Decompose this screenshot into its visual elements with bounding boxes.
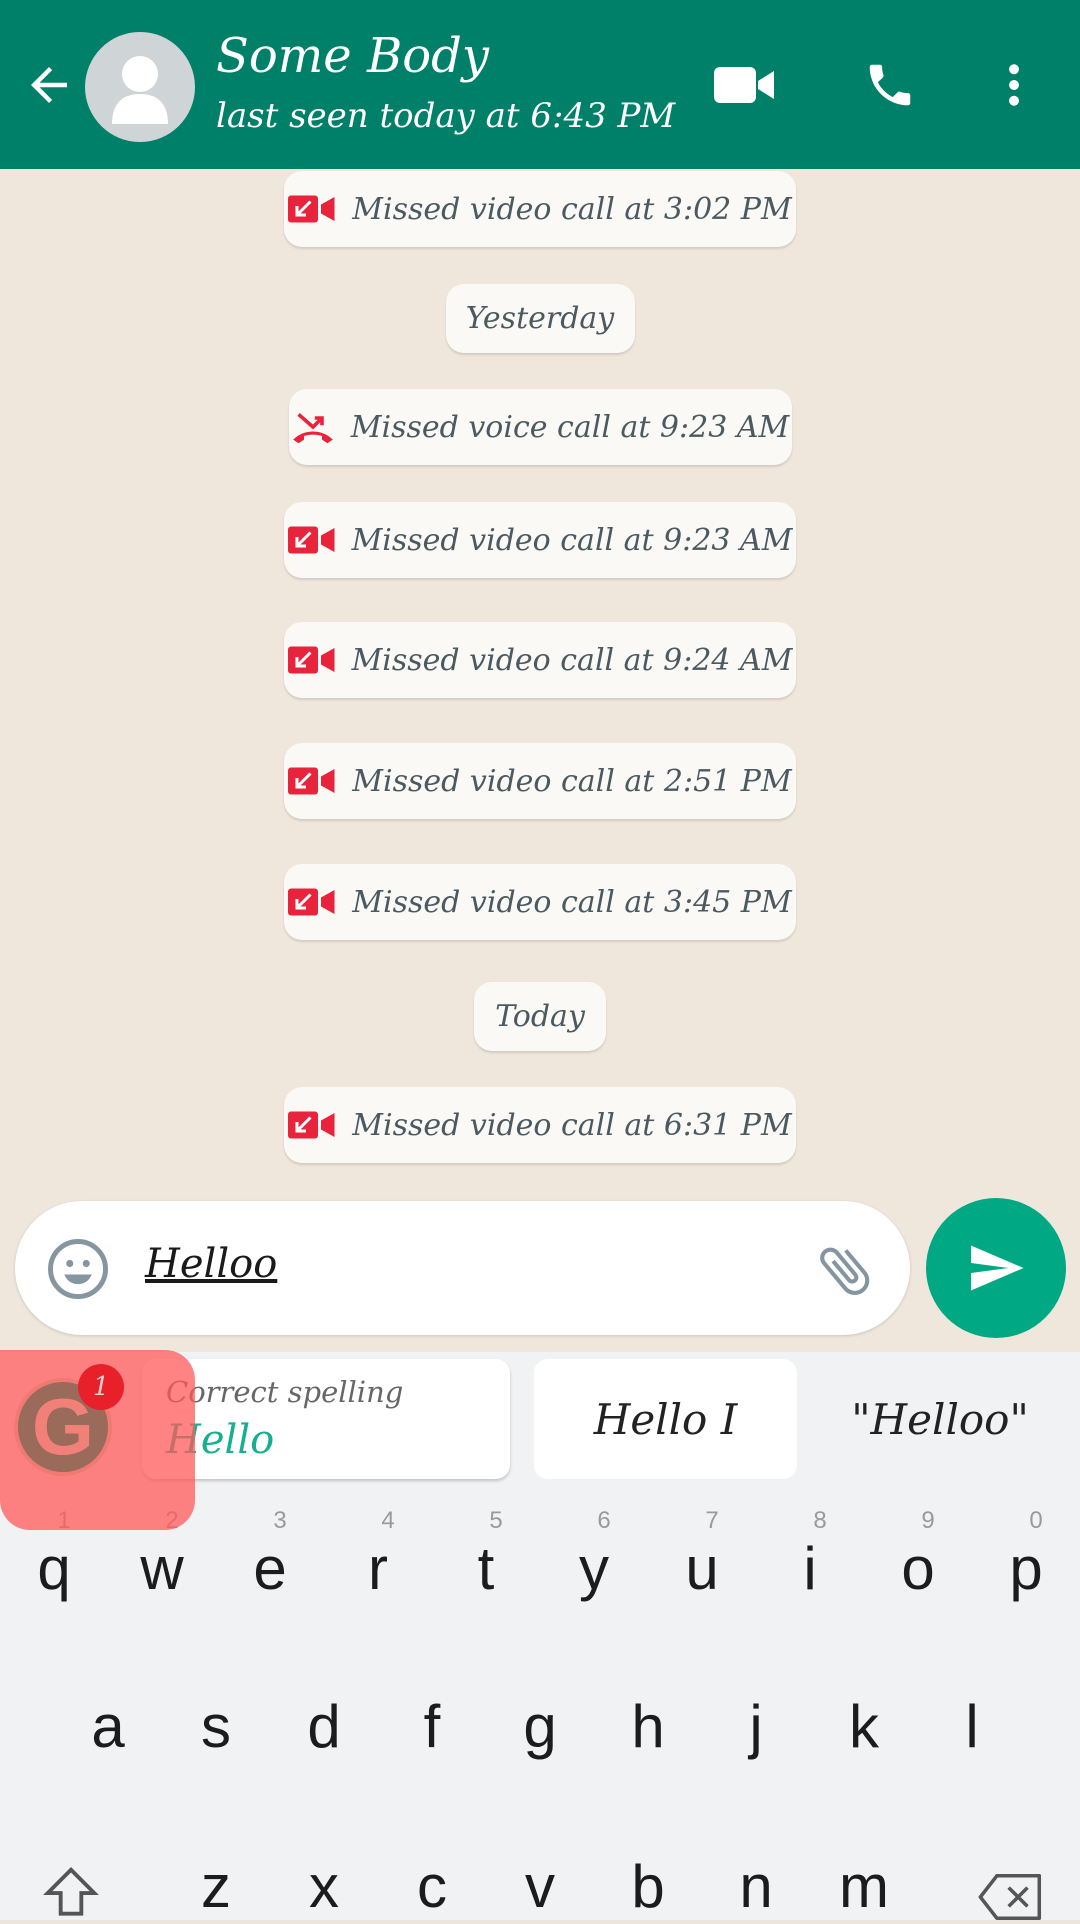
key-x[interactable]: x [270, 1852, 378, 1921]
key-v[interactable]: v [486, 1852, 594, 1921]
key-f[interactable]: f [378, 1692, 486, 1761]
message-text: Yesterday [465, 301, 615, 336]
key-r[interactable]: r [324, 1534, 432, 1603]
key-k[interactable]: k [810, 1692, 918, 1761]
phone-icon[interactable] [858, 58, 922, 112]
message-text: Missed video call at 9:23 AM [351, 522, 793, 558]
contact-name[interactable]: Some Body [216, 28, 489, 84]
missed-call-message: Missed voice call at 9:23 AM [288, 389, 792, 465]
number-hint: 7 [705, 1507, 719, 1534]
emoji-icon[interactable] [45, 1236, 111, 1302]
key-g[interactable]: g [486, 1692, 594, 1761]
missed-call-message: Missed video call at 9:24 AM [284, 622, 796, 698]
key-q[interactable]: q [0, 1534, 108, 1603]
missed-video-call-icon [288, 888, 335, 916]
suggestion-correct-spelling[interactable]: Correct spelling Hello [142, 1359, 510, 1479]
missed-call-message: Missed video call at 9:23 AM [284, 502, 796, 578]
missed-call-message: Missed video call at 6:31 PM [284, 1087, 796, 1163]
notification-badge: 1 [78, 1364, 124, 1410]
key-s[interactable]: s [162, 1692, 270, 1761]
key-z[interactable]: z [162, 1852, 270, 1921]
key-e[interactable]: e [216, 1534, 324, 1603]
date-divider: Yesterday [445, 284, 635, 353]
key-c[interactable]: c [378, 1852, 486, 1921]
missed-voice-call-icon [292, 413, 333, 444]
key-m[interactable]: m [810, 1852, 918, 1921]
key-i[interactable]: i [756, 1534, 864, 1603]
missed-call-message: Missed video call at 2:51 PM [284, 743, 796, 819]
key-l[interactable]: l [918, 1692, 1026, 1761]
suggestion-label: Correct spelling [166, 1375, 404, 1409]
key-p[interactable]: p [972, 1534, 1080, 1603]
missed-video-call-icon [287, 526, 335, 554]
date-divider: Today [474, 982, 606, 1051]
number-hint: 8 [813, 1507, 827, 1534]
key-o[interactable]: o [864, 1534, 972, 1603]
missed-video-call-icon [288, 767, 335, 795]
last-seen: last seen today at 6:43 PM [216, 96, 676, 136]
suggestion-3[interactable]: "Helloo" [815, 1359, 1065, 1479]
key-n[interactable]: n [702, 1852, 810, 1921]
shift-key[interactable] [40, 1862, 102, 1924]
key-b[interactable]: b [594, 1852, 702, 1921]
number-hint: 4 [381, 1507, 395, 1534]
missed-call-message: Missed video call at 3:45 PM [284, 864, 796, 940]
avatar[interactable] [85, 32, 195, 142]
key-t[interactable]: t [432, 1534, 540, 1603]
message-composer[interactable]: Helloo [15, 1201, 910, 1335]
attach-icon[interactable] [813, 1237, 879, 1303]
message-text: Today [495, 999, 585, 1034]
send-button[interactable] [926, 1198, 1066, 1338]
send-icon [971, 1245, 1024, 1291]
message-input[interactable]: Helloo [145, 1241, 277, 1287]
key-h[interactable]: h [594, 1692, 702, 1761]
key-w[interactable]: w [108, 1534, 216, 1603]
number-hint: 3 [273, 1507, 287, 1534]
video-call-icon[interactable] [712, 58, 776, 112]
missed-video-call-icon [288, 1111, 335, 1139]
chat-header: Some Body last seen today at 6:43 PM [0, 0, 1080, 169]
key-j[interactable]: j [702, 1692, 810, 1761]
backspace-key[interactable] [978, 1872, 1044, 1922]
missed-video-call-icon [287, 646, 335, 674]
more-vert-icon[interactable] [982, 58, 1046, 112]
message-text: Missed video call at 9:24 AM [351, 642, 793, 678]
key-u[interactable]: u [648, 1534, 756, 1603]
number-hint: 0 [1029, 1507, 1043, 1534]
number-hint: 5 [489, 1507, 503, 1534]
back-arrow-icon[interactable] [22, 58, 76, 112]
message-text: Missed video call at 3:02 PM [352, 191, 792, 227]
missed-video-call-icon [288, 195, 335, 223]
missed-call-message: Missed video call at 3:02 PM [284, 171, 796, 247]
key-a[interactable]: a [54, 1692, 162, 1761]
message-text: Missed video call at 2:51 PM [352, 763, 792, 799]
grammarly-button[interactable]: G 1 [0, 1350, 195, 1530]
number-hint: 9 [921, 1507, 935, 1534]
chat-area: Missed video call at 3:02 PM Yesterday Mis… [0, 169, 1080, 1352]
key-d[interactable]: d [270, 1692, 378, 1761]
key-y[interactable]: y [540, 1534, 648, 1603]
message-text: Missed video call at 6:31 PM [352, 1107, 792, 1143]
suggestion-2[interactable]: Hello I [534, 1359, 797, 1479]
number-hint: 6 [597, 1507, 611, 1534]
message-text: Missed video call at 3:45 PM [352, 884, 792, 920]
message-text: Missed voice call at 9:23 AM [350, 409, 790, 445]
